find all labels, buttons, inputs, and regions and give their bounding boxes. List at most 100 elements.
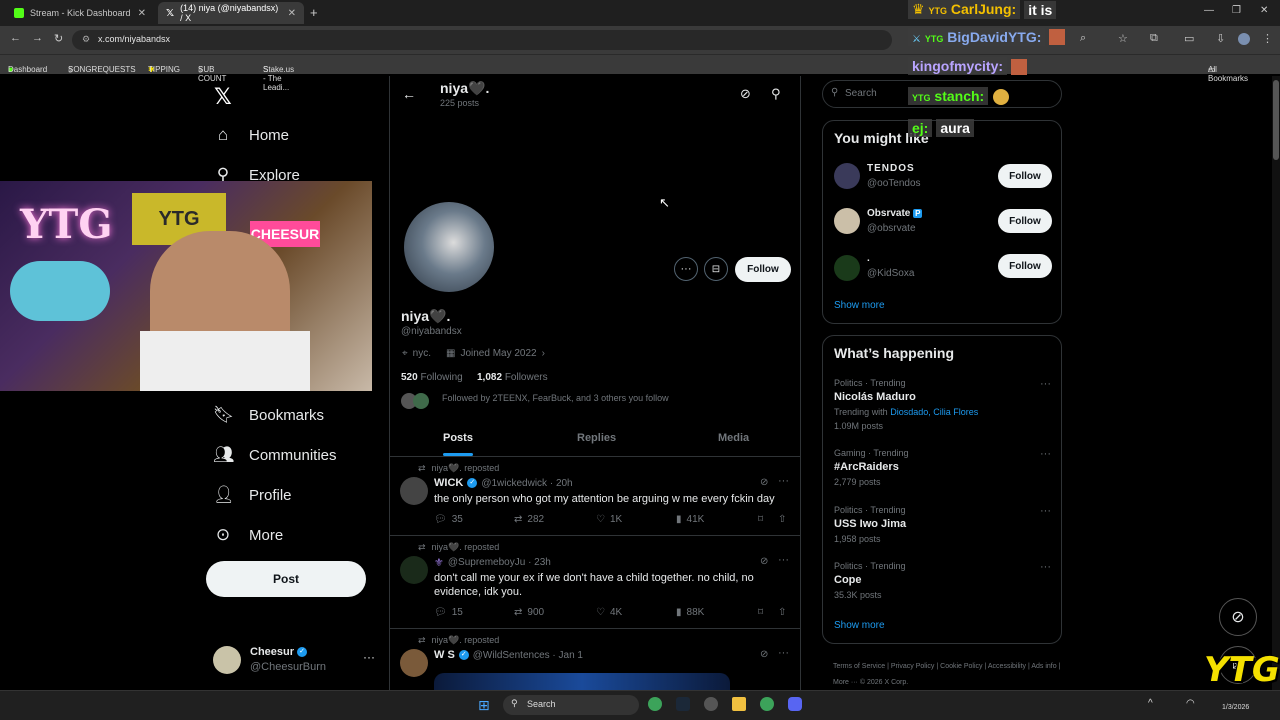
nav-communities[interactable]: 👥︎ Communities <box>213 441 337 469</box>
tweet[interactable]: ⇄ niya🖤. reposted W S ✓ @WildSentences · Ja… <box>390 629 800 690</box>
maximize-icon[interactable]: ❐ <box>1232 5 1241 16</box>
subscribe-button[interactable]: ⊟ <box>704 257 728 281</box>
grok-icon[interactable]: ⊘ <box>760 477 768 488</box>
follow-button[interactable]: Follow <box>735 257 791 282</box>
forward-icon[interactable]: → <box>32 32 43 44</box>
grok-icon[interactable]: ⊘ <box>740 86 751 102</box>
like-button[interactable]: ♡ 1K <box>596 514 622 525</box>
reload-icon[interactable]: ↻ <box>54 32 63 45</box>
avatar[interactable] <box>400 556 428 584</box>
trend-item[interactable]: Gaming · Trending #ArcRaiders 2,779 post… <box>823 448 1061 492</box>
close-tab-icon[interactable]: ✕ <box>288 8 296 19</box>
share-button[interactable]: ⇧ <box>778 514 786 525</box>
taskbar-search[interactable]: ⚲ Search <box>503 695 639 715</box>
more-dots-icon[interactable]: ··· <box>1040 448 1051 460</box>
following-link[interactable]: 520 Following <box>401 372 463 383</box>
chrome-app-icon[interactable] <box>648 697 662 711</box>
bookmark-button[interactable]: ⌑ <box>758 607 763 618</box>
account-switcher[interactable]: Cheesur ✓ @CheesurBurn ··· <box>213 644 383 678</box>
scrollbar-thumb[interactable] <box>1273 80 1279 160</box>
views-button[interactable]: ▮ 88K <box>676 607 704 618</box>
footer-link[interactable]: More ··· <box>833 679 858 686</box>
x-logo-icon[interactable]: 𝕏 <box>214 84 232 110</box>
repost-button[interactable]: ⇄ 900 <box>514 607 544 618</box>
profile-avatar-icon[interactable] <box>1238 33 1250 45</box>
bookmark-star-icon[interactable]: ☆ <box>1118 32 1128 45</box>
nav-home[interactable]: ⌂ Home <box>213 121 289 149</box>
share-button[interactable]: ⇧ <box>778 607 786 618</box>
footer-link[interactable]: Terms of Service <box>833 663 885 670</box>
windows-start-icon[interactable]: ⊞ <box>478 697 490 714</box>
scrollbar[interactable] <box>1272 76 1280 690</box>
nav-more[interactable]: ⊙ More <box>213 521 283 549</box>
tweet-media[interactable] <box>434 673 730 690</box>
footer-link[interactable]: Cookie Policy <box>940 663 982 670</box>
more-dots-icon[interactable]: ··· <box>778 475 789 487</box>
new-tab-icon[interactable]: + <box>310 5 318 20</box>
tab-replies[interactable]: Replies <box>577 432 616 444</box>
app-icon[interactable] <box>704 697 718 711</box>
suggested-user[interactable]: TENDOS @ooTendos Follow <box>823 161 1061 201</box>
taskbar-date[interactable]: 1/3/2026 <box>1222 704 1249 711</box>
trend-item[interactable]: Politics · Trending USS Iwo Jima 1,958 p… <box>823 505 1061 549</box>
browser-menu-icon[interactable]: ⋮ <box>1262 32 1273 45</box>
tab-posts[interactable]: Posts <box>443 432 473 444</box>
more-dots-icon[interactable]: ··· <box>778 647 789 659</box>
suggested-user[interactable]: Obsrvate P @obsrvate Follow <box>823 206 1061 246</box>
trend-item[interactable]: Politics · Trending Nicolás Maduro Trend… <box>823 378 1061 436</box>
more-dots-icon[interactable]: ··· <box>778 554 789 566</box>
steam-app-icon[interactable] <box>676 697 690 711</box>
tab-media[interactable]: Media <box>718 432 749 444</box>
reply-button[interactable]: 💬︎ 15 <box>434 607 463 618</box>
nav-profile[interactable]: 👤︎ Profile <box>213 481 292 509</box>
followers-link[interactable]: 1,082 Followers <box>477 372 548 383</box>
browser-tab-kick[interactable]: Stream - Kick Dashboard ✕ <box>6 2 154 24</box>
site-info-icon[interactable]: ⚙ <box>82 34 90 45</box>
more-options-button[interactable]: ··· <box>674 257 698 281</box>
avatar[interactable] <box>400 477 428 505</box>
back-arrow-icon[interactable]: ← <box>402 86 416 102</box>
reply-button[interactable]: 💬︎ 35 <box>434 514 463 525</box>
more-dots-icon[interactable]: ··· <box>1040 561 1051 573</box>
tweet[interactable]: ⇄ niya🖤. reposted ⚜ @SupremeboyJu · 23h ⊘ … <box>390 536 800 628</box>
more-dots-icon[interactable]: ··· <box>1040 378 1051 390</box>
download-icon[interactable]: ⇩ <box>1216 32 1225 45</box>
avatar[interactable] <box>400 649 428 677</box>
extensions-icon[interactable]: ⧉ <box>1150 32 1158 45</box>
wifi-icon[interactable]: ◠ <box>1186 698 1195 709</box>
close-window-icon[interactable]: ✕ <box>1260 5 1268 16</box>
repost-button[interactable]: ⇄ 282 <box>514 514 544 525</box>
bookmark-button[interactable]: ⌑ <box>758 514 763 525</box>
more-dots-icon[interactable]: ··· <box>1040 505 1051 517</box>
profile-avatar[interactable] <box>404 202 494 292</box>
like-button[interactable]: ♡ 4K <box>596 607 622 618</box>
footer-link[interactable]: Accessibility <box>988 663 1026 670</box>
show-more-link[interactable]: Show more <box>834 620 885 631</box>
folder-app-icon[interactable] <box>732 697 746 711</box>
followed-by-text[interactable]: Followed by 2TEENX, FearBuck, and 3 othe… <box>442 393 669 403</box>
close-tab-icon[interactable]: ✕ <box>138 8 146 19</box>
zoom-icon[interactable]: ⌕ <box>1080 32 1086 45</box>
discord-app-icon[interactable] <box>788 697 802 711</box>
grok-icon[interactable]: ⊘ <box>760 649 768 660</box>
chevron-up-icon[interactable]: ^ <box>1148 698 1153 709</box>
browser-tab-x[interactable]: 𝕏 (14) niya (@niyabandsx) / X ✕ <box>158 2 304 24</box>
follow-button[interactable]: Follow <box>998 209 1052 233</box>
grok-float-button[interactable]: ⊘ <box>1219 598 1257 636</box>
grok-icon[interactable]: ⊘ <box>760 556 768 567</box>
follow-button[interactable]: Follow <box>998 254 1052 278</box>
footer-link[interactable]: Ads info <box>1031 663 1056 670</box>
chrome-app-icon[interactable] <box>760 697 774 711</box>
search-icon[interactable]: ⚲ <box>771 86 781 102</box>
address-bar[interactable]: ⚙ x.com/niyabandsx <box>72 30 892 50</box>
views-button[interactable]: ▮ 41K <box>676 514 704 525</box>
nav-bookmarks[interactable]: 🔖︎ Bookmarks <box>213 401 324 429</box>
post-button[interactable]: Post <box>206 561 366 597</box>
footer-link[interactable]: Privacy Policy <box>891 663 935 670</box>
tweet[interactable]: ⇄ niya🖤. reposted WICK ✓ @1wickedwick · 20h… <box>390 457 800 535</box>
back-icon[interactable]: ← <box>10 32 21 44</box>
suggested-user[interactable]: . @KidSoxa Follow <box>823 251 1061 291</box>
trend-item[interactable]: Politics · Trending Cope 35.3K posts ··· <box>823 561 1061 605</box>
minimize-icon[interactable]: — <box>1204 5 1214 16</box>
sidepanel-icon[interactable]: ▭ <box>1184 32 1194 45</box>
